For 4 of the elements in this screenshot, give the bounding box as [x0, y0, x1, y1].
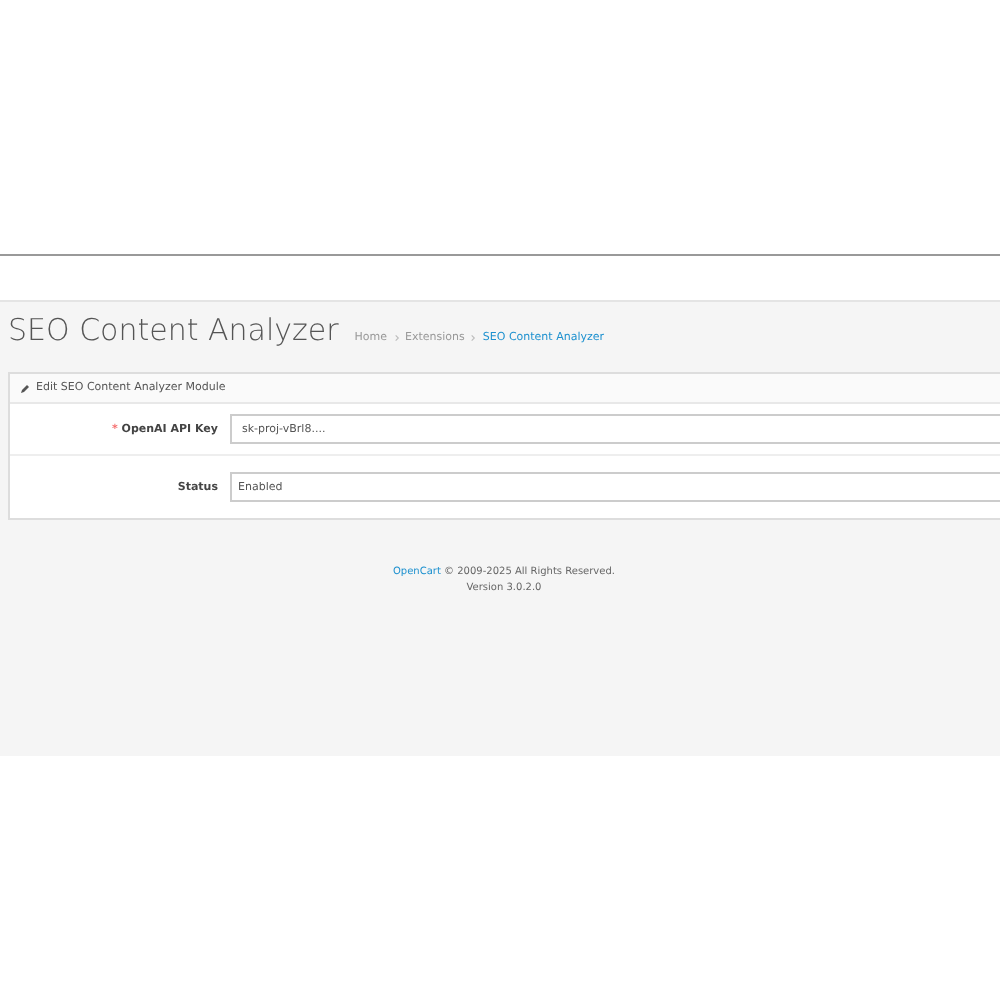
page-title: SEO Content Analyzer [8, 312, 339, 348]
chevron-icon [470, 334, 477, 342]
chevron-icon [393, 334, 400, 342]
pencil-icon [20, 383, 30, 393]
